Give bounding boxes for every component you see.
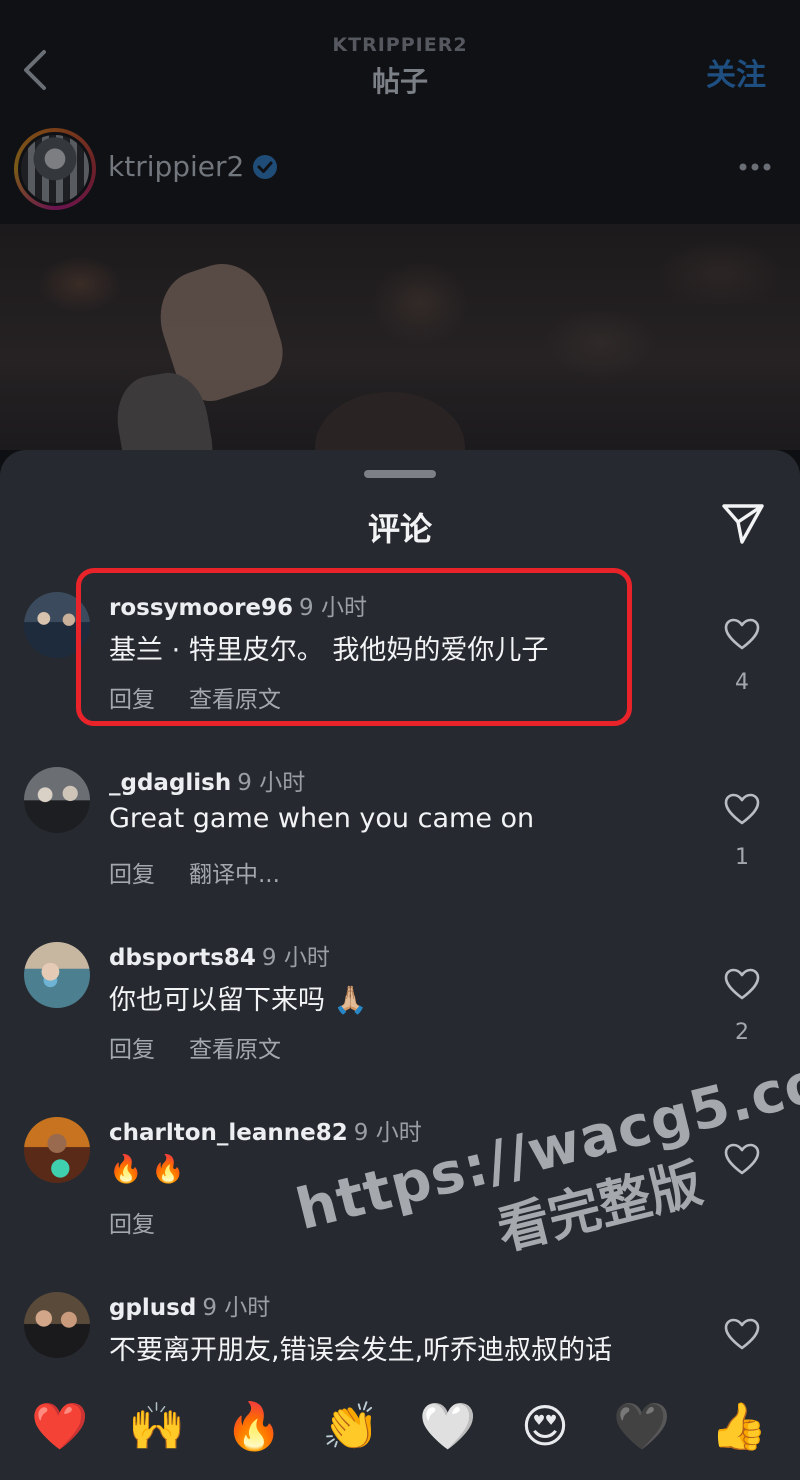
heart-like-icon[interactable] (724, 968, 760, 1000)
page-title: 帖子 (371, 65, 428, 98)
commenter-avatar[interactable] (24, 767, 90, 833)
red-heart-emoji-button[interactable]: ❤️ (30, 1396, 90, 1456)
comment-text: 基兰 · 特里皮尔。 我他妈的爱你儿子 (109, 635, 549, 666)
see-original-button[interactable]: 查看原文 (189, 1037, 281, 1063)
share-paper-plane-icon[interactable] (720, 500, 766, 546)
comments-title: 评论 (367, 510, 432, 548)
comment-item: rossymoore96 9 小时 基兰 · 特里皮尔。 我他妈的爱你儿子 回复 查… (0, 580, 800, 750)
post-header: KTRIPPIER2 帖子 关注 (0, 0, 800, 120)
translating-status: 翻译中... (189, 862, 280, 888)
author-username[interactable]: ktrippier2 (108, 150, 244, 183)
comment-text: Great game when you came on (109, 803, 535, 834)
sheet-drag-handle[interactable] (364, 470, 436, 478)
emoji-reaction-bar: ❤️ 🙌 🔥 👏 🤍 😍 🖤 👍 (0, 1388, 800, 1480)
heart-like-icon[interactable] (724, 1143, 760, 1175)
comment-item: dbsports84 9 小时 你也可以留下来吗 🙏🏼 回复 查看原文 2 (0, 930, 800, 1100)
account-name-caps: KTRIPPIER2 (332, 34, 468, 56)
black-heart-emoji-button[interactable]: 🖤 (612, 1396, 672, 1456)
reply-button[interactable]: 回复 (109, 862, 155, 888)
reply-button[interactable]: 回复 (109, 1037, 155, 1063)
raised-hands-emoji-button[interactable]: 🙌 (127, 1396, 187, 1456)
comment-text: 不要离开朋友,错误会发生,听乔迪叔叔的话 (109, 1335, 613, 1366)
commenter-avatar[interactable] (24, 1292, 90, 1358)
commenter-username[interactable]: dbsports84 (109, 945, 256, 971)
reply-button[interactable]: 回复 (109, 1212, 155, 1238)
comment-time: 9 小时 (353, 1120, 422, 1146)
see-original-button[interactable]: 查看原文 (189, 687, 281, 713)
comment-item: charlton_leanne82 9 小时 🔥 🔥 回复 (0, 1105, 800, 1275)
verified-badge-icon (253, 155, 277, 179)
commenter-avatar[interactable] (24, 1117, 90, 1183)
heart-like-icon[interactable] (724, 793, 760, 825)
more-options-icon[interactable] (738, 162, 772, 172)
heart-eyes-emoji-button[interactable]: 😍 (515, 1396, 575, 1456)
clapping-hands-emoji-button[interactable]: 👏 (321, 1396, 381, 1456)
heart-like-icon[interactable] (724, 1318, 760, 1350)
like-count: 1 (735, 845, 749, 870)
like-count: 2 (735, 1020, 749, 1045)
thumbs-up-emoji-button[interactable]: 👍 (709, 1396, 769, 1456)
commenter-username[interactable]: charlton_leanne82 (109, 1120, 348, 1146)
comment-time: 9 小时 (299, 595, 367, 621)
comment-item: _gdaglish 9 小时 Great game when you came o… (0, 755, 800, 925)
heart-like-icon[interactable] (724, 618, 760, 650)
comments-sheet: 评论 rossymoore96 9 小时 基兰 · 特里皮尔。 我他妈的爱你儿子 … (0, 450, 800, 1480)
comment-time: 9 小时 (261, 945, 330, 971)
comment-text: 🔥 🔥 (109, 1154, 185, 1185)
comment-text: 你也可以留下来吗 🙏🏼 (109, 985, 368, 1016)
post-photo (0, 224, 800, 450)
header-title-group: KTRIPPIER2 帖子 (0, 34, 800, 100)
reply-button[interactable]: 回复 (109, 687, 155, 713)
commenter-username[interactable]: _gdaglish (109, 770, 231, 796)
white-heart-emoji-button[interactable]: 🤍 (418, 1396, 478, 1456)
comment-time: 9 小时 (202, 1295, 271, 1321)
post-author-bar: ktrippier2 (0, 120, 800, 224)
comment-time: 9 小时 (237, 770, 306, 796)
fire-emoji-button[interactable]: 🔥 (224, 1396, 284, 1456)
commenter-username[interactable]: rossymoore96 (109, 595, 293, 621)
commenter-username[interactable]: gplusd (109, 1295, 196, 1321)
photo-head-shape (315, 392, 465, 450)
like-count: 4 (735, 670, 749, 695)
commenter-avatar[interactable] (24, 592, 90, 658)
author-avatar[interactable] (14, 128, 96, 210)
follow-button[interactable]: 关注 (706, 50, 766, 94)
commenter-avatar[interactable] (24, 942, 90, 1008)
